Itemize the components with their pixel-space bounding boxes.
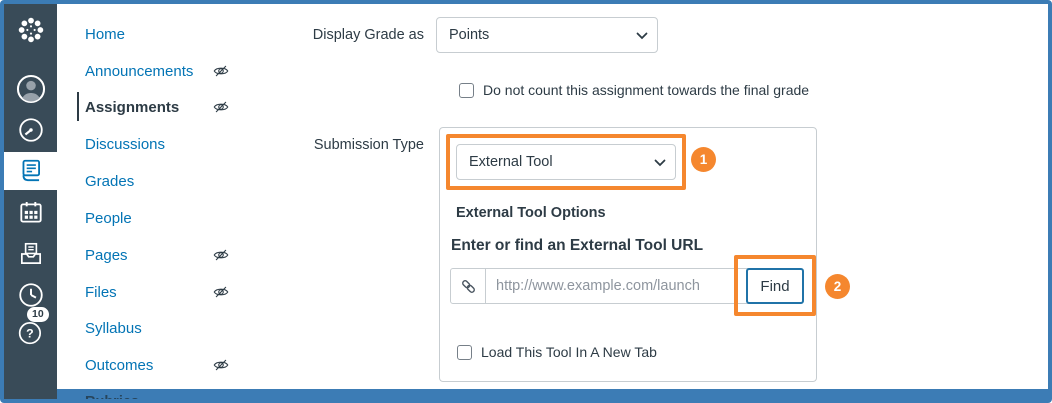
canvas-logo-icon — [15, 14, 47, 46]
sidebar-item-help[interactable]: ? 10 — [4, 314, 57, 350]
nav-label: Assignments — [85, 99, 179, 116]
hidden-eye-slash-icon — [212, 62, 230, 84]
course-nav-announcements[interactable]: Announcements — [85, 59, 260, 83]
nav-label: Home — [85, 26, 125, 43]
courses-book-icon — [17, 157, 45, 185]
display-grade-as-label: Display Grade as — [300, 27, 424, 43]
nav-label: Outcomes — [85, 357, 153, 374]
nav-label: Syllabus — [85, 320, 142, 337]
external-tool-url-input[interactable] — [486, 269, 751, 303]
nav-label: Pages — [85, 247, 128, 264]
canvas-logo[interactable] — [4, 12, 57, 48]
dashboard-gauge-icon — [17, 116, 45, 144]
hidden-eye-slash-icon — [212, 356, 230, 378]
help-unread-badge: 10 — [27, 307, 49, 322]
sidebar-item-inbox[interactable] — [4, 236, 57, 272]
account-avatar-icon — [14, 72, 48, 106]
nav-label: Announcements — [85, 63, 193, 80]
course-nav-grades[interactable]: Grades — [85, 169, 260, 193]
external-tool-options-heading: External Tool Options — [456, 205, 606, 221]
sidebar-item-account[interactable] — [4, 71, 57, 107]
submission-type-panel: External Tool 1 External Tool Options En… — [439, 127, 817, 382]
sidebar-item-dashboard[interactable] — [4, 112, 57, 148]
hidden-eye-slash-icon — [212, 246, 230, 268]
load-new-tab-checkbox[interactable] — [457, 345, 472, 360]
omit-final-grade-checkbox-row: Do not count this assignment towards the… — [459, 82, 809, 98]
course-nav-home[interactable]: Home — [85, 22, 260, 46]
course-nav-syllabus[interactable]: Syllabus — [85, 316, 260, 340]
load-new-tab-label: Load This Tool In A New Tab — [481, 344, 657, 360]
omit-final-grade-label: Do not count this assignment towards the… — [483, 82, 809, 98]
hidden-eye-slash-icon — [212, 98, 230, 120]
nav-label: People — [85, 210, 132, 227]
submission-type-select[interactable]: External Tool — [456, 144, 676, 180]
link-icon — [451, 269, 486, 303]
find-button[interactable]: Find — [746, 268, 804, 304]
external-tool-url-heading: Enter or find an External Tool URL — [451, 237, 703, 255]
course-nav-discussions[interactable]: Discussions — [85, 132, 260, 156]
omit-final-grade-checkbox[interactable] — [459, 83, 474, 98]
course-nav-people[interactable]: People — [85, 206, 260, 230]
external-tool-url-group — [450, 268, 752, 304]
course-nav-outcomes[interactable]: Outcomes — [85, 353, 260, 377]
course-nav-files[interactable]: Files — [85, 280, 260, 304]
display-grade-as-select[interactable]: Points — [436, 17, 658, 53]
step1-badge: 1 — [691, 147, 716, 172]
nav-label: Grades — [85, 173, 134, 190]
step2-badge: 2 — [825, 274, 850, 299]
global-nav-sidebar: ? 10 — [4, 4, 57, 399]
sidebar-item-courses[interactable] — [4, 152, 57, 190]
load-new-tab-checkbox-row: Load This Tool In A New Tab — [457, 344, 657, 360]
nav-label: Files — [85, 284, 117, 301]
bottom-scroll-bar — [57, 389, 1048, 399]
history-clock-icon — [17, 281, 45, 309]
canvas-assignment-settings-window: ? 10 Home Announcements Assignments Disc… — [0, 0, 1052, 403]
nav-label: Discussions — [85, 136, 165, 153]
help-question-icon: ? — [17, 318, 45, 346]
hidden-eye-slash-icon — [212, 283, 230, 305]
course-nav-rubrics-clipped[interactable]: Rubrics — [85, 394, 139, 403]
course-nav-pages[interactable]: Pages — [85, 243, 260, 267]
calendar-icon — [17, 199, 45, 227]
svg-text:?: ? — [26, 327, 34, 341]
course-nav-assignments[interactable]: Assignments — [85, 95, 260, 119]
submission-type-label: Submission Type — [300, 137, 424, 153]
inbox-icon — [17, 240, 45, 268]
sidebar-item-calendar[interactable] — [4, 195, 57, 231]
